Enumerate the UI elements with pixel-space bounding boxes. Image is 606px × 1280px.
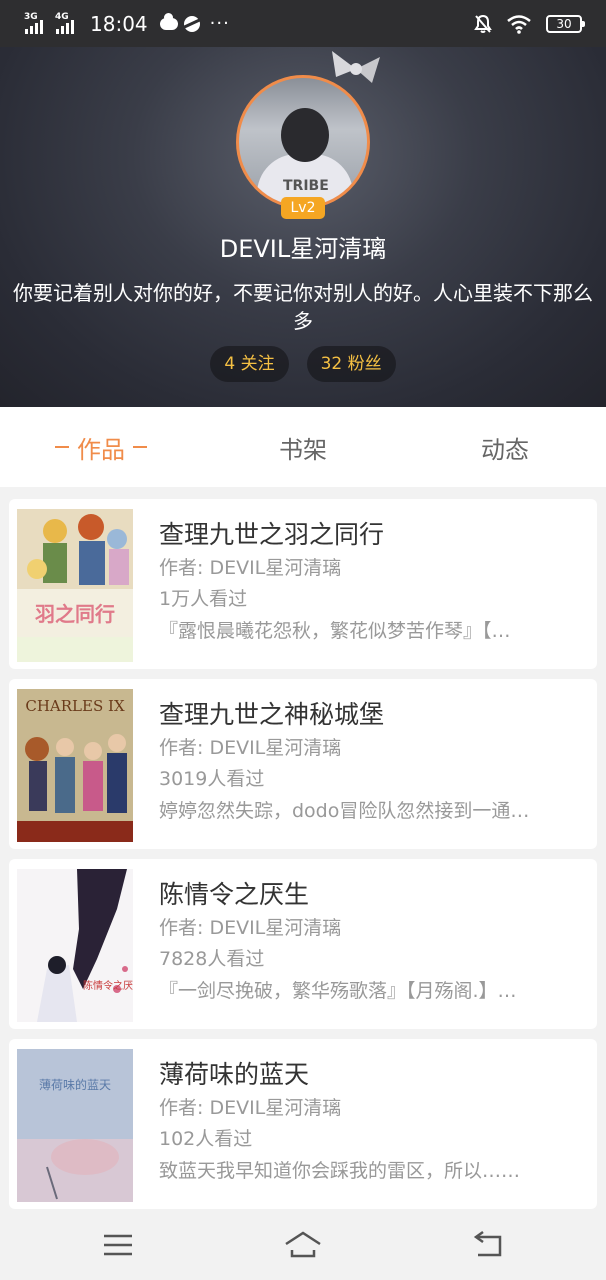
- battery-icon: 30: [546, 14, 585, 33]
- profile-header: TRIBE Lv2 DEVIL星河清璃 你要记着别人对你的好，不要记你对别人的好…: [0, 47, 606, 407]
- battery-level: 30: [556, 16, 572, 31]
- work-author: 作者: DEVIL星河清璃: [159, 557, 342, 579]
- wifi-icon: [507, 14, 531, 34]
- username: DEVIL星河清璃: [219, 235, 387, 263]
- profile-stats: 4 关注 32 粉丝: [0, 346, 606, 382]
- tab-activity[interactable]: 动态: [404, 407, 606, 487]
- more-notifications-icon: ···: [209, 13, 230, 34]
- tab-works[interactable]: 作品: [0, 407, 202, 487]
- tab-indicator: [55, 446, 69, 448]
- tab-indicator: [133, 446, 147, 448]
- work-description: 『露恨晨曦花怨秋，繁花似梦苦作琴』【…: [159, 620, 511, 642]
- work-card[interactable]: 陈情令之厌生 陈情令之厌生 作者: DEVIL星河清璃 7828人看过 『一剑尽…: [9, 859, 597, 1029]
- profile-tabs: 作品 书架 动态: [0, 407, 606, 487]
- status-bar: 3G 4G 18:04 ··· 30: [0, 0, 606, 47]
- level-badge: Lv2: [281, 197, 325, 219]
- work-views: 102人看过: [159, 1128, 253, 1150]
- work-views: 7828人看过: [159, 948, 265, 970]
- cover-title-text: 薄荷味的蓝天: [39, 1077, 111, 1092]
- work-description: 『一剑尽挽破，繁华殇歌落』【月殇阁.】…: [159, 980, 517, 1002]
- system-nav-bar: [0, 1210, 606, 1280]
- cover-title-text: 羽之同行: [35, 602, 115, 626]
- work-views: 3019人看过: [159, 768, 265, 790]
- work-title: 查理九世之神秘城堡: [159, 700, 385, 729]
- book-cover: CHARLES IX: [17, 689, 133, 842]
- tab-label: 作品: [77, 435, 125, 464]
- work-description: 婷婷忽然失踪，dodo冒险队忽然接到一通…: [159, 800, 530, 822]
- weather-cloud-icon: [159, 12, 178, 30]
- work-title: 陈情令之厌生: [159, 880, 310, 909]
- planet-icon: [183, 15, 200, 32]
- work-title: 薄荷味的蓝天: [159, 1060, 310, 1089]
- work-author: 作者: DEVIL星河清璃: [159, 1097, 342, 1119]
- work-description: 致蓝天我早知道你会踩我的雷区，所以……: [159, 1160, 521, 1182]
- work-author: 作者: DEVIL星河清璃: [159, 737, 342, 759]
- menu-icon[interactable]: [98, 1228, 138, 1262]
- following-count-button[interactable]: 4 关注: [210, 346, 289, 382]
- tab-bookshelf[interactable]: 书架: [202, 407, 404, 487]
- tab-label: 动态: [481, 435, 529, 464]
- tab-label: 书架: [279, 435, 327, 464]
- work-author: 作者: DEVIL星河清璃: [159, 917, 342, 939]
- clock: 18:04: [90, 11, 148, 36]
- avatar-shirt-text: TRIBE: [283, 178, 329, 194]
- work-card[interactable]: 薄荷味的蓝天 薄荷味的蓝天 作者: DEVIL星河清璃 102人看过 致蓝天我早…: [9, 1039, 597, 1209]
- bow-icon: [332, 51, 380, 83]
- works-list: 羽之同行 查理九世之羽之同行 作者: DEVIL星河清璃 1万人看过 『露恨晨曦…: [9, 499, 597, 1219]
- followers-count-button[interactable]: 32 粉丝: [306, 346, 396, 382]
- book-cover: 陈情令之厌生: [17, 869, 133, 1022]
- mute-bell-icon: [474, 14, 492, 33]
- cover-title-text: CHARLES IX: [25, 697, 125, 715]
- back-icon[interactable]: [468, 1228, 508, 1262]
- cover-title-text: 陈情令之厌生: [83, 979, 133, 992]
- work-card[interactable]: 羽之同行 查理九世之羽之同行 作者: DEVIL星河清璃 1万人看过 『露恨晨曦…: [9, 499, 597, 669]
- signal-3g-icon: 3G: [24, 12, 49, 35]
- avatar[interactable]: TRIBE: [236, 75, 370, 209]
- book-cover: 羽之同行: [17, 509, 133, 662]
- book-cover: 薄荷味的蓝天: [17, 1049, 133, 1202]
- work-card[interactable]: CHARLES IX 查理九世之神秘城堡 作者: DEVIL星河清璃 3019人…: [9, 679, 597, 849]
- work-title: 查理九世之羽之同行: [159, 520, 385, 549]
- user-bio: 你要记着别人对你的好，不要记你对别人的好。人心里装不下那么多: [13, 281, 593, 333]
- signal-4g-icon: 4G: [55, 12, 80, 35]
- home-icon[interactable]: [283, 1228, 323, 1262]
- work-views: 1万人看过: [159, 588, 248, 610]
